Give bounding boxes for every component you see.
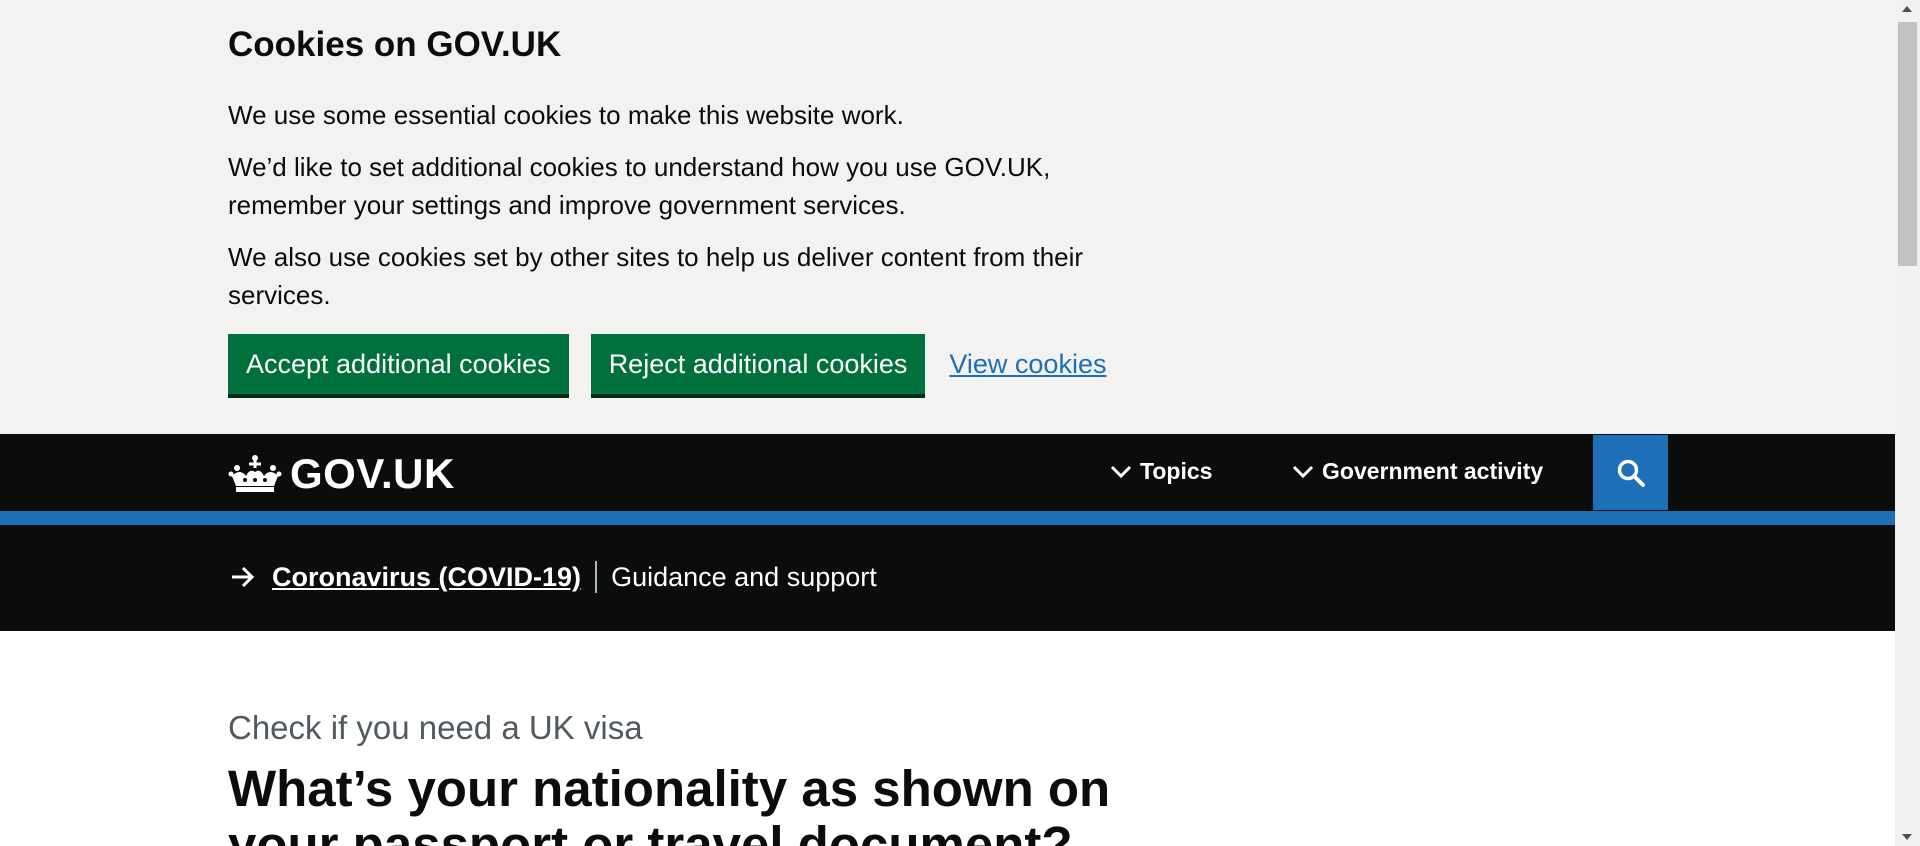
cookie-banner: Cookies on GOV.UK We use some essential … <box>0 0 1895 434</box>
cookie-banner-content: Cookies on GOV.UK We use some essential … <box>228 24 1668 394</box>
chevron-down-icon <box>1110 465 1132 478</box>
page-title: What’s your nationality as shown on your… <box>228 760 1111 846</box>
covid-link[interactable]: Coronavirus (COVID-19) <box>272 562 581 593</box>
nav-government-activity-label: Government activity <box>1322 458 1544 484</box>
search-button[interactable] <box>1593 435 1668 510</box>
accept-cookies-button[interactable]: Accept additional cookies <box>228 334 569 394</box>
header-inner: GOV.UK Topics Government activity <box>0 434 1895 511</box>
page: Cookies on GOV.UK We use some essential … <box>0 0 1895 846</box>
scroll-up-arrow-icon[interactable] <box>1902 6 1912 12</box>
nav-topics[interactable]: Topics <box>1110 458 1212 485</box>
nav-topics-label: Topics <box>1140 458 1213 484</box>
cookie-paragraph-third-party: We also use cookies set by other sites t… <box>228 242 1084 310</box>
cookie-paragraph-additional: We’d like to set additional cookies to u… <box>228 152 1051 220</box>
main-content: Check if you need a UK visa What’s your … <box>0 631 1895 846</box>
reject-cookies-button[interactable]: Reject additional cookies <box>590 334 926 394</box>
covid-banner: Coronavirus (COVID-19) Guidance and supp… <box>0 525 1895 631</box>
browser-viewport: Cookies on GOV.UK We use some essential … <box>0 0 1920 846</box>
govuk-logo-link[interactable]: GOV.UK <box>228 450 455 498</box>
nav-government-activity[interactable]: Government activity <box>1292 458 1543 485</box>
page-caption: Check if you need a UK visa <box>228 709 643 746</box>
crown-icon <box>228 455 282 492</box>
logo-text: GOV.UK <box>290 450 455 497</box>
covid-banner-content: Coronavirus (COVID-19) Guidance and supp… <box>228 561 877 593</box>
cookie-paragraph-essential: We use some essential cookies to make th… <box>228 100 904 130</box>
main-container: Check if you need a UK visa What’s your … <box>228 709 1668 846</box>
covid-guidance-text: Guidance and support <box>611 561 877 592</box>
cookie-actions: Accept additional cookies Reject additio… <box>228 334 1668 394</box>
scroll-down-arrow-icon[interactable] <box>1902 834 1912 840</box>
search-icon <box>1617 459 1645 487</box>
scrollbar-thumb[interactable] <box>1898 22 1917 266</box>
covid-divider <box>595 561 598 593</box>
vertical-scrollbar[interactable] <box>1895 0 1920 846</box>
cookie-banner-title: Cookies on GOV.UK <box>228 25 562 64</box>
site-header: GOV.UK Topics Government activity <box>0 434 1895 525</box>
arrow-right-icon <box>232 566 255 588</box>
view-cookies-link[interactable]: View cookies <box>949 349 1106 380</box>
chevron-down-icon <box>1292 465 1314 478</box>
